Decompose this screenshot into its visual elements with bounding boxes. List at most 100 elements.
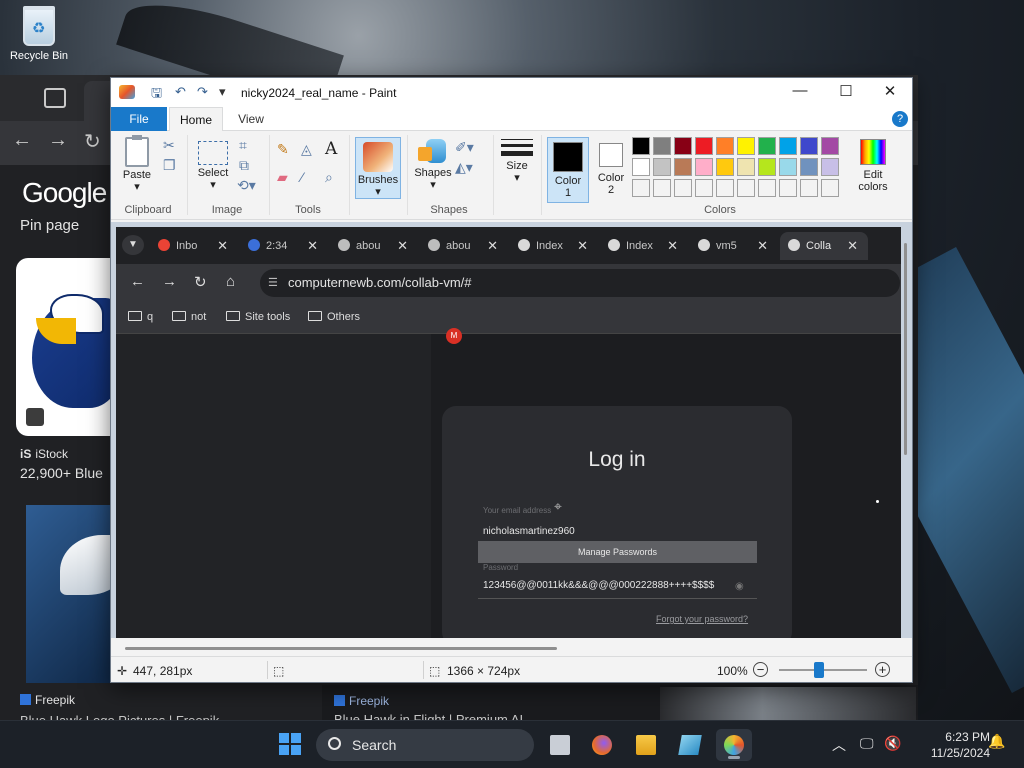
palette-swatch[interactable] (674, 179, 692, 197)
chevron-up-icon[interactable]: ︿ (832, 735, 846, 755)
maximize-button[interactable]: ☐ (823, 82, 869, 104)
undo-icon[interactable]: ↶ (175, 84, 186, 100)
manage-passwords-button[interactable]: Manage Passwords (478, 541, 757, 563)
palette-swatch[interactable] (695, 158, 713, 176)
close-icon[interactable]: ✕ (307, 232, 318, 260)
result-title[interactable]: 22,900+ Blue (20, 465, 103, 481)
zoom-in-button[interactable]: + (875, 662, 890, 677)
pencil-icon[interactable]: ✎ (277, 141, 289, 158)
browser-tab[interactable]: Index ✕ (510, 232, 598, 260)
palette-swatch[interactable] (758, 137, 776, 155)
volume-muted-icon[interactable]: 🔇 (884, 735, 901, 752)
pin-page-label[interactable]: Pin page (20, 217, 79, 234)
fill-shape-icon[interactable]: ◭▾ (455, 159, 473, 176)
paint-window[interactable]: 🖫 ↶ ↷ ▾ nicky2024_real_name - Paint — ☐ … (110, 77, 913, 683)
palette-swatch[interactable] (821, 158, 839, 176)
browser-tab[interactable]: Index ✕ (600, 232, 688, 260)
palette-swatch[interactable] (674, 158, 692, 176)
palette-swatch[interactable] (779, 179, 797, 197)
forward-icon[interactable]: → (48, 129, 68, 152)
browser-tab[interactable]: Colla ✕ (780, 232, 868, 260)
reload-icon[interactable]: ↻ (194, 273, 207, 291)
network-icon[interactable]: 🖵 (860, 735, 874, 752)
browser-tab[interactable]: abou ✕ (420, 232, 508, 260)
reload-icon[interactable]: ↻ (84, 129, 101, 154)
paint-taskbar-button[interactable] (716, 729, 752, 761)
bookmark-folder-others[interactable]: Others (308, 311, 360, 323)
notification-bell-icon[interactable]: 🔔 (988, 733, 1005, 750)
select-button[interactable]: Select ▾ (195, 141, 231, 191)
palette-swatch[interactable] (695, 137, 713, 155)
browser-tab[interactable]: vm5 ✕ (690, 232, 778, 260)
close-icon[interactable]: ✕ (577, 232, 588, 260)
palette-swatch[interactable] (653, 158, 671, 176)
palette-swatch[interactable] (821, 179, 839, 197)
palette-swatch[interactable] (716, 158, 734, 176)
file-explorer-button[interactable] (628, 729, 664, 761)
back-icon[interactable]: ← (12, 129, 32, 152)
browser-tab[interactable]: Inbo ✕ (150, 232, 238, 260)
result-image-wing[interactable] (26, 505, 130, 683)
title-bar[interactable]: 🖫 ↶ ↷ ▾ nicky2024_real_name - Paint — ☐ … (111, 78, 912, 107)
recycle-bin[interactable]: ♻ Recycle Bin (6, 6, 72, 62)
shapes-button[interactable]: Shapes ▾ (413, 137, 453, 191)
color-picker-icon[interactable]: ⁄ (301, 169, 303, 185)
result-image-hawk[interactable] (660, 687, 916, 720)
edit-colors-button[interactable]: Edit colors (855, 139, 891, 193)
google-logo[interactable]: Google (22, 177, 107, 209)
palette-swatch[interactable] (821, 137, 839, 155)
email-field[interactable]: nicholasmartinez960 (483, 526, 575, 537)
close-icon[interactable]: ✕ (487, 232, 498, 260)
chevron-down-icon[interactable]: ▼ (122, 235, 144, 255)
palette-swatch[interactable] (653, 179, 671, 197)
resize-icon[interactable]: ⧉ (239, 157, 249, 174)
palette-swatch[interactable] (632, 158, 650, 176)
home-icon[interactable]: ⌂ (226, 273, 235, 290)
close-icon[interactable]: ✕ (397, 232, 408, 260)
customize-quick-access-icon[interactable]: ▾ (219, 84, 226, 100)
palette-swatch[interactable] (653, 137, 671, 155)
close-icon[interactable]: ✕ (757, 232, 768, 260)
rotate-icon[interactable]: ⟲▾ (237, 177, 256, 194)
palette-swatch[interactable] (737, 137, 755, 155)
drawing-canvas[interactable]: ▼ Inbo ✕ 2:34 ✕ abou ✕ abou ✕ Index ✕ Index ✕ vm5 ✕ Co… (116, 227, 901, 638)
color1-button[interactable]: Color 1 (547, 137, 589, 203)
clock[interactable]: 6:23 PM 11/25/2024 (912, 729, 990, 761)
bookmark-folder-site-tools[interactable]: Site tools (226, 311, 290, 323)
palette-swatch[interactable] (674, 137, 692, 155)
color2-button[interactable]: Color 2 (593, 137, 629, 203)
start-button[interactable] (279, 733, 301, 755)
palette-swatch[interactable] (737, 158, 755, 176)
brushes-button[interactable]: Brushes ▾ (355, 137, 401, 199)
palette-swatch[interactable] (800, 179, 818, 197)
zoom-out-button[interactable]: − (753, 662, 768, 677)
save-icon[interactable]: 🖫 (151, 84, 162, 106)
horizontal-scrollbar[interactable] (125, 647, 557, 650)
forward-icon[interactable]: → (162, 273, 177, 290)
task-view-button[interactable] (542, 729, 578, 761)
palette-swatch[interactable] (716, 137, 734, 155)
eraser-icon[interactable]: ▰ (277, 169, 288, 186)
palette-swatch[interactable] (716, 179, 734, 197)
password-field[interactable]: 123456@@0011kk&&&@@@000222888++++$$$$ (483, 580, 714, 591)
crop-icon[interactable]: ⌗ (239, 137, 247, 154)
notepad-button[interactable] (672, 729, 708, 761)
palette-swatch[interactable] (695, 179, 713, 197)
fill-icon[interactable]: ◬ (301, 141, 312, 158)
browser-tab[interactable]: 2:34 ✕ (240, 232, 328, 260)
palette-swatch[interactable] (632, 179, 650, 197)
paint-app-icon[interactable] (119, 85, 135, 99)
tab-home[interactable]: Home (169, 107, 223, 131)
palette-swatch[interactable] (758, 179, 776, 197)
close-button[interactable]: ✕ (867, 82, 912, 104)
help-icon[interactable]: ? (892, 111, 908, 127)
tab-actions-icon[interactable] (44, 88, 66, 108)
text-icon[interactable]: A (325, 139, 337, 159)
palette-swatch[interactable] (779, 137, 797, 155)
firefox-button[interactable] (584, 729, 620, 761)
site-info-icon[interactable]: ☰ (268, 269, 278, 297)
eye-icon[interactable]: ◉ (735, 581, 744, 592)
close-icon[interactable]: ✕ (217, 232, 228, 260)
palette-swatch[interactable] (800, 137, 818, 155)
forgot-password-link[interactable]: Forgot your password? (656, 614, 748, 624)
